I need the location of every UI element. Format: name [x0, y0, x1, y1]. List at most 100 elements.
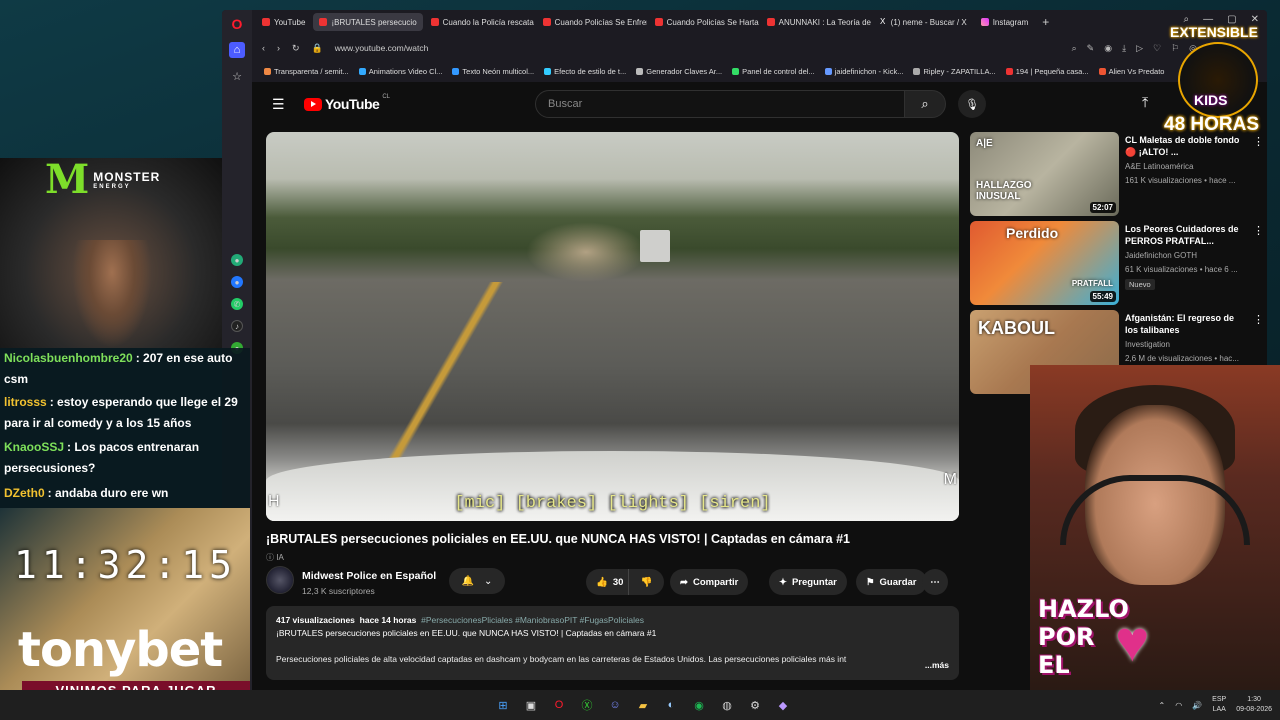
messenger-sidebar-icon[interactable]: ●	[231, 276, 243, 288]
show-more-link[interactable]: ...más	[925, 659, 949, 672]
more-vert-icon[interactable]: ⋮	[1253, 313, 1264, 326]
obs-icon[interactable]: ◍	[718, 696, 736, 714]
bookmarks-bar: Transparenta / semit... Animations Video …	[252, 62, 1267, 80]
share-button[interactable]: ➦ Compartir	[670, 569, 749, 595]
bookmark-item[interactable]: 194 | Pequeña casa...	[1005, 67, 1089, 76]
language-indicator[interactable]: ESP LAA	[1212, 695, 1226, 715]
browser-tab[interactable]: YouTube	[256, 13, 311, 31]
discord-icon[interactable]: ☺	[606, 696, 624, 714]
browser-tab[interactable]: ¡BRUTALES persecucio	[313, 13, 423, 31]
dislike-button[interactable]: 👎	[628, 569, 664, 595]
browser-tab[interactable]: Cuando Policías Se Enfren	[537, 13, 647, 31]
whatsapp-sidebar-icon[interactable]: ●	[231, 254, 243, 266]
save-button[interactable]: ⚑ Guardar	[856, 569, 927, 595]
bookmark-item[interactable]: Ripley - ZAPATILLA...	[913, 67, 996, 76]
search-input[interactable]: Buscar	[535, 90, 905, 118]
new-tab-icon[interactable]: +	[1036, 15, 1055, 29]
recommended-video[interactable]: HALLAZGO INUSUAL A|E 52:07 CL Maletas de do…	[970, 132, 1264, 216]
search-button[interactable]: ⌕	[904, 90, 946, 118]
windows-start-icon[interactable]: ⊞	[494, 696, 512, 714]
play-icon[interactable]: ▷	[1136, 43, 1143, 54]
tab-strip: YouTube ¡BRUTALES persecucio Cuando la Pol…	[252, 10, 1267, 34]
spotify-icon[interactable]: ◉	[690, 696, 708, 714]
recommended-channel[interactable]: A&E Latinoamérica	[1125, 162, 1193, 171]
video-thumbnail[interactable]: HALLAZGO INUSUAL A|E 52:07	[970, 132, 1119, 216]
thumbnail-text: KABOUL	[978, 318, 1055, 338]
recommended-title[interactable]: Los Peores Cuidadores de PERROS PRATFAL.…	[1125, 223, 1245, 247]
star-icon[interactable]: ☆	[229, 68, 245, 84]
whatsapp-icon[interactable]: ✆	[231, 298, 243, 310]
bookmark-favicon-icon	[358, 67, 366, 75]
tiktok-icon[interactable]: ♪	[231, 320, 243, 332]
lock-icon: 🔒	[311, 42, 323, 53]
menu-icon[interactable]: ☰	[272, 96, 285, 113]
camera-icon[interactable]: ◉	[1104, 43, 1112, 54]
bookmark-item[interactable]: Generador Claves Ar...	[636, 67, 722, 76]
opera-icon[interactable]: O	[229, 16, 245, 32]
more-vert-icon[interactable]: ⋮	[1253, 135, 1264, 148]
task-view-icon[interactable]: ▣	[522, 696, 540, 714]
bookmark-favicon-icon	[824, 67, 832, 75]
upload-icon[interactable]: ⤒	[1142, 94, 1148, 111]
watermark-right: M	[943, 471, 957, 488]
edit-icon[interactable]: ✎	[1087, 43, 1095, 54]
home-icon[interactable]: ⌂	[229, 42, 245, 58]
heart-icon[interactable]: ♡	[1153, 43, 1161, 54]
browser-tab[interactable]: Cuando la Policía rescata	[425, 13, 535, 31]
forward-icon[interactable]: ›	[277, 43, 280, 53]
bookmark-item[interactable]: Texto Neón multicol...	[452, 67, 534, 76]
bookmark-favicon-icon	[732, 67, 740, 75]
recommended-channel[interactable]: Investigation	[1125, 340, 1170, 349]
channel-name[interactable]: Midwest Police en Español	[302, 570, 436, 582]
recommended-views: 2,6 M de visualizaciones • hac...	[1125, 354, 1239, 363]
video-description[interactable]: 417 visualizaciones hace 14 horas #Perse…	[266, 606, 959, 680]
youtube-logo[interactable]: YouTube CL	[304, 94, 390, 112]
recommended-channel[interactable]: Jaidefinichon GOTH	[1125, 251, 1197, 260]
reload-icon[interactable]: ↻	[292, 43, 300, 54]
tab-label: YouTube	[274, 17, 306, 27]
browser-tab[interactable]: ANUNNAKI : La Teoría de	[761, 13, 871, 31]
video-thumbnail[interactable]: Perdido PRATFALL 55:49	[970, 221, 1119, 305]
browser-tab[interactable]: Instagram	[975, 13, 1035, 31]
opera-taskbar-icon[interactable]: O	[550, 696, 568, 714]
kids-badge: EXTENSIBLE KIDS 48 HORAS	[1164, 24, 1260, 135]
recommended-video[interactable]: Perdido PRATFALL 55:49 Los Peores Cuidadore…	[970, 221, 1264, 305]
like-button[interactable]: 👍 30	[586, 569, 628, 595]
download-icon[interactable]: ⤓	[1122, 43, 1126, 54]
browser-tab[interactable]: Cuando Policías Se Hartan	[649, 13, 759, 31]
bookmark-item[interactable]: Panel de control del...	[732, 67, 815, 76]
bookmark-item[interactable]: Animations Video Cl...	[358, 67, 442, 76]
stream-clock: 11:32:15	[14, 543, 238, 587]
settings-icon[interactable]: ⚙	[746, 696, 764, 714]
clock-date[interactable]: 1:30 09-08-2026	[1236, 695, 1272, 715]
chat-text: : andaba duro ere wn	[47, 486, 169, 500]
bookmark-item[interactable]: jaidefinichon - Kick...	[824, 67, 903, 76]
back-icon[interactable]: ‹	[262, 43, 265, 53]
steam-icon[interactable]: ◐	[662, 696, 680, 714]
bookmark-item[interactable]: Efecto de estilo de t...	[544, 67, 626, 76]
wifi-icon[interactable]: ◠	[1175, 701, 1182, 710]
xbox-icon[interactable]: Ⓧ	[578, 696, 596, 714]
folder-icon[interactable]: ▰	[634, 696, 652, 714]
notification-button[interactable]: 🔔 ⌄	[449, 568, 505, 594]
chevron-up-icon[interactable]: ⌃	[1159, 701, 1166, 710]
bell-icon: 🔔	[461, 575, 475, 587]
voice-search-button[interactable]: 🎙	[958, 90, 986, 118]
more-actions-button[interactable]: ⋯	[922, 569, 948, 595]
zoom-icon[interactable]: ⌕	[1072, 43, 1077, 54]
hashtags[interactable]: #PersecucionesPliciales #ManiobrasoPIT #…	[421, 615, 644, 625]
recommended-title[interactable]: CL Maletas de doble fondo 🔴 ¡ALTO! ...	[1125, 134, 1245, 158]
more-vert-icon[interactable]: ⋮	[1253, 224, 1264, 237]
tab-label: Cuando Policías Se Enfren	[554, 17, 647, 27]
browser-tab[interactable]: X (1) neme - Buscar / X	[873, 13, 973, 31]
app-icon[interactable]: ◆	[774, 696, 792, 714]
ask-button[interactable]: ✦ Preguntar	[769, 569, 847, 595]
recommended-title[interactable]: Afganistán: El regreso de los talibanes	[1125, 312, 1245, 336]
video-player[interactable]: [mic] [brakes] [lights] [siren] H M	[266, 132, 959, 521]
bookmark-item[interactable]: Alien Vs Predato	[1098, 67, 1164, 76]
volume-icon[interactable]: 🔊	[1192, 701, 1202, 710]
url-field[interactable]: www.youtube.com/watch	[335, 43, 429, 53]
channel-avatar[interactable]	[266, 566, 294, 594]
bookmark-item[interactable]: Transparenta / semit...	[264, 67, 349, 76]
chat-message: DZeth0: andaba duro ere wn	[4, 483, 248, 504]
